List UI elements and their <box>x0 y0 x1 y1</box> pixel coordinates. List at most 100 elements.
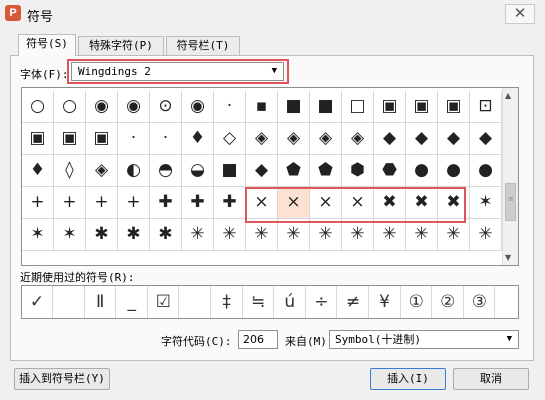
symbol-cell[interactable]: ▣ <box>406 91 438 123</box>
scroll-up-icon[interactable]: ▲ <box>505 91 511 100</box>
from-select[interactable]: Symbol(十进制) ▼ <box>329 330 519 349</box>
symbol-cell[interactable]: ◉ <box>182 91 214 123</box>
symbol-cell[interactable]: ◈ <box>246 123 278 155</box>
symbol-cell[interactable]: ✳ <box>310 219 342 251</box>
symbol-cell[interactable]: ✖ <box>438 187 470 219</box>
close-button[interactable]: ✕ <box>505 4 535 24</box>
insert-to-symbol-bar-button[interactable]: 插入到符号栏(Y) <box>14 368 110 390</box>
symbol-cell[interactable]: ✳ <box>438 219 470 251</box>
symbol-cell[interactable]: ○ <box>54 91 86 123</box>
symbol-cell[interactable]: ♦ <box>22 155 54 187</box>
symbol-cell[interactable]: ⬟ <box>310 155 342 187</box>
symbol-cell[interactable]: ◈ <box>86 155 118 187</box>
scroll-thumb[interactable]: ≡ <box>505 183 516 221</box>
recent-symbol-cell[interactable]: ☑ <box>148 286 180 318</box>
symbol-cell[interactable]: ◉ <box>86 91 118 123</box>
symbol-cell[interactable]: ✳ <box>214 219 246 251</box>
symbol-cell[interactable]: ✶ <box>54 219 86 251</box>
symbol-cell[interactable]: ♦ <box>182 123 214 155</box>
symbol-cell[interactable]: ◆ <box>438 123 470 155</box>
symbol-cell[interactable]: ▣ <box>86 123 118 155</box>
grid-scrollbar[interactable]: ▲ ≡ ▼ <box>502 88 518 265</box>
symbol-cell[interactable]: ▣ <box>54 123 86 155</box>
symbol-cell[interactable]: ✳ <box>182 219 214 251</box>
recent-symbol-cell[interactable]: _ <box>117 286 148 318</box>
symbol-cell[interactable]: ✱ <box>86 219 118 251</box>
symbol-cell[interactable]: ▪ <box>246 91 278 123</box>
symbol-cell[interactable]: ◆ <box>374 123 406 155</box>
recent-symbol-cell[interactable]: ‡ <box>212 286 243 318</box>
symbol-cell[interactable]: ▣ <box>374 91 406 123</box>
symbol-cell[interactable]: ◆ <box>470 123 502 155</box>
symbol-cell[interactable]: ✳ <box>342 219 374 251</box>
symbol-cell[interactable]: ✚ <box>150 187 182 219</box>
recent-symbol-cell[interactable]: ③ <box>464 286 496 318</box>
symbol-cell[interactable]: ▣ <box>22 123 54 155</box>
symbol-cell[interactable]: ✖ <box>406 187 438 219</box>
symbol-cell[interactable]: ◆ <box>406 123 438 155</box>
symbol-cell[interactable]: + <box>22 187 54 219</box>
symbol-cell[interactable]: ✳ <box>246 219 278 251</box>
symbol-cell[interactable]: ✱ <box>118 219 150 251</box>
cancel-button[interactable]: 取消 <box>453 368 529 390</box>
symbol-cell[interactable]: · <box>118 123 150 155</box>
recent-symbol-cell[interactable]: ② <box>433 286 464 318</box>
symbol-cell[interactable]: ◆ <box>246 155 278 187</box>
symbol-cell[interactable]: ⊙ <box>150 91 182 123</box>
recent-symbol-cell[interactable]: ① <box>401 286 433 318</box>
symbol-cell[interactable]: ◉ <box>118 91 150 123</box>
recent-symbol-cell[interactable]: ¥ <box>370 286 401 318</box>
symbol-cell[interactable]: + <box>86 187 118 219</box>
tab-symbol-bar[interactable]: 符号栏(T) <box>166 36 240 56</box>
recent-symbol-cell[interactable] <box>54 286 85 318</box>
recent-symbol-cell[interactable]: ≒ <box>243 286 275 318</box>
symbol-cell[interactable]: ■ <box>214 155 246 187</box>
symbol-cell[interactable]: ▣ <box>438 91 470 123</box>
symbol-cell[interactable]: ● <box>470 155 502 187</box>
symbol-cell[interactable]: ◓ <box>150 155 182 187</box>
symbol-cell[interactable]: ◐ <box>118 155 150 187</box>
symbol-cell[interactable]: ⬢ <box>342 155 374 187</box>
symbol-cell[interactable]: ◈ <box>342 123 374 155</box>
symbol-cell[interactable]: · <box>214 91 246 123</box>
symbol-cell[interactable]: ✳ <box>406 219 438 251</box>
symbol-cell[interactable]: × <box>342 187 374 219</box>
symbol-cell[interactable]: ✳ <box>374 219 406 251</box>
insert-button[interactable]: 插入(I) <box>370 368 446 390</box>
symbol-cell[interactable]: ■ <box>278 91 310 123</box>
symbol-cell[interactable]: ✚ <box>214 187 246 219</box>
symbol-cell[interactable]: × <box>246 187 278 219</box>
symbol-cell[interactable]: ○ <box>22 91 54 123</box>
recent-symbol-cell[interactable]: ≠ <box>338 286 369 318</box>
recent-symbol-cell[interactable]: ÷ <box>306 286 338 318</box>
symbol-cell[interactable]: ✳ <box>278 219 310 251</box>
symbol-cell[interactable]: ◒ <box>182 155 214 187</box>
symbol-cell[interactable]: ◊ <box>54 155 86 187</box>
symbol-cell[interactable]: ● <box>438 155 470 187</box>
symbol-cell[interactable]: ◈ <box>310 123 342 155</box>
symbol-cell[interactable]: · <box>150 123 182 155</box>
symbol-cell[interactable]: ● <box>406 155 438 187</box>
recent-symbol-cell[interactable]: ✓ <box>22 286 53 318</box>
symbol-cell[interactable]: ⬣ <box>374 155 406 187</box>
scroll-down-icon[interactable]: ▼ <box>505 253 511 262</box>
symbol-cell[interactable]: □ <box>342 91 374 123</box>
char-code-input[interactable]: 206 <box>238 330 278 349</box>
symbol-cell[interactable]: × <box>310 187 342 219</box>
symbol-cell[interactable]: + <box>54 187 86 219</box>
symbol-cell[interactable]: ✱ <box>150 219 182 251</box>
recent-symbol-cell[interactable]: ú <box>275 286 306 318</box>
font-select[interactable]: Wingdings 2 ▼ <box>71 62 284 81</box>
symbol-cell[interactable]: ■ <box>310 91 342 123</box>
symbol-cell[interactable]: + <box>118 187 150 219</box>
symbol-cell[interactable]: ✚ <box>182 187 214 219</box>
recent-symbol-cell[interactable]: Ⅱ <box>85 286 117 318</box>
symbol-cell[interactable]: ⬟ <box>278 155 310 187</box>
symbol-cell[interactable]: ✶ <box>22 219 54 251</box>
symbol-cell[interactable]: ✶ <box>470 187 502 219</box>
symbol-cell[interactable]: × <box>278 187 310 219</box>
symbol-cell[interactable]: ◈ <box>278 123 310 155</box>
symbol-cell[interactable]: ✖ <box>374 187 406 219</box>
tab-symbol[interactable]: 符号(S) <box>18 34 76 56</box>
recent-symbol-cell[interactable] <box>180 286 211 318</box>
